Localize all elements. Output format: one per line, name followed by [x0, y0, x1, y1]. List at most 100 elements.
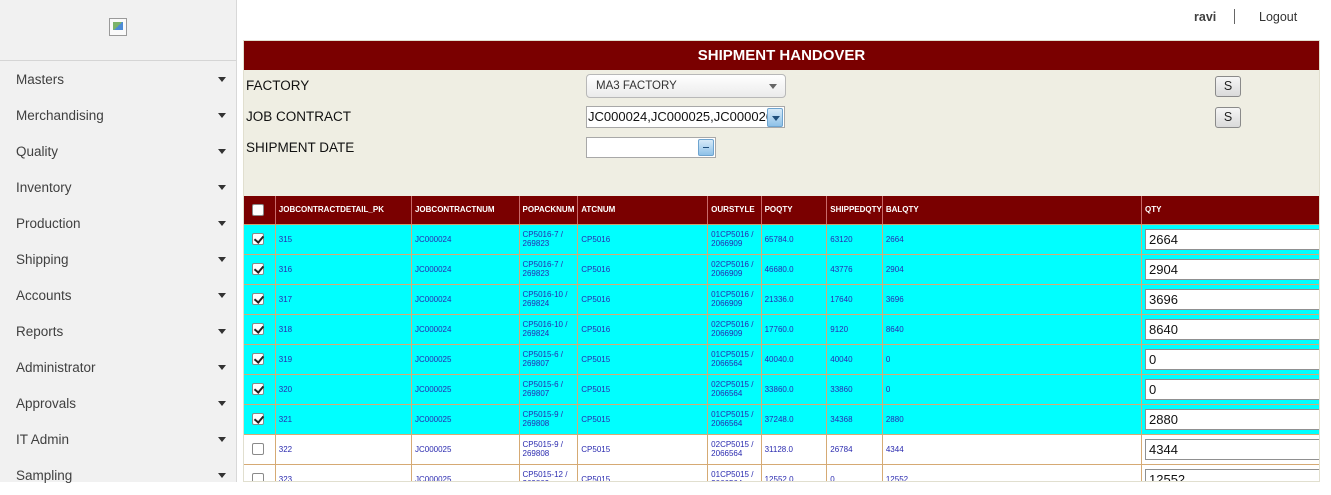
qty-input[interactable]: 2880 [1145, 408, 1319, 430]
cell-pk: 318 [275, 314, 412, 345]
job-contract-search-button[interactable]: S [1215, 107, 1241, 128]
cell-bal: 8640 [882, 314, 1143, 345]
job-contract-combobox[interactable]: JC000024,JC000025,JC000026 [586, 106, 785, 128]
cell-poqty: 33860.0 [761, 374, 828, 405]
cell-popack: CP5015-9 / 269808 [519, 434, 579, 465]
cell-pk: 316 [275, 254, 412, 285]
select-all-checkbox[interactable] [252, 203, 264, 216]
sidebar-item-label: Shipping [16, 252, 69, 267]
cell-shipped: 34368 [826, 404, 883, 435]
caret-down-icon [218, 185, 226, 190]
qty-input[interactable]: 4344 [1145, 438, 1319, 460]
dropdown-arrow-icon[interactable] [767, 108, 783, 127]
sidebar-item-administrator[interactable]: Administrator [0, 349, 236, 385]
qty-input[interactable]: 2664 [1145, 228, 1319, 250]
cell-jc: JC000025 [411, 464, 520, 481]
cell-poqty: 21336.0 [761, 284, 828, 315]
sidebar-item-sampling[interactable]: Sampling [0, 457, 236, 493]
sidebar-item-shipping[interactable]: Shipping [0, 241, 236, 277]
caret-down-icon [218, 401, 226, 406]
cell-bal: 3696 [882, 284, 1143, 315]
qty-input[interactable]: 8640 [1145, 318, 1319, 340]
column-header[interactable]: SHIPPEDQTY [826, 196, 883, 225]
column-header[interactable]: OURSTYLE [707, 196, 762, 225]
sidebar-item-label: Approvals [16, 396, 77, 411]
cell-poqty: 12552.0 [761, 464, 828, 481]
table-row[interactable]: 321 JC000025 CP5015-9 / 269808 CP5015 01CP50… [244, 404, 1319, 435]
column-header[interactable]: POQTY [761, 196, 828, 225]
cell-shipped: 33860 [826, 374, 883, 405]
row-checkbox[interactable] [252, 353, 264, 365]
cell-jc: JC000025 [411, 344, 520, 375]
cell-style: 01CP5015 / 2066564 [707, 404, 762, 435]
table-row[interactable]: 322 JC000025 CP5015-9 / 269808 CP5015 02CP50… [244, 434, 1319, 465]
row-checkbox[interactable] [252, 263, 264, 275]
qty-input[interactable]: 12552 [1145, 468, 1319, 481]
sidebar-item-production[interactable]: Production [0, 205, 236, 241]
sidebar-item-masters[interactable]: Masters [0, 61, 236, 97]
cell-pk: 322 [275, 434, 412, 465]
logout-link[interactable]: Logout [1259, 10, 1297, 24]
cell-qty: 0 [1141, 344, 1319, 375]
row-select-cell [244, 284, 276, 315]
sidebar-item-merchandising[interactable]: Merchandising [0, 97, 236, 133]
row-select-cell [244, 434, 276, 465]
column-header[interactable]: ATCNUM [577, 196, 709, 225]
table-row[interactable]: 318 JC000024 CP5016-10 / 269824 CP5016 02CP5… [244, 314, 1319, 345]
cell-atc: CP5016 [577, 314, 709, 345]
factory-search-button[interactable]: S [1215, 76, 1241, 97]
table-row[interactable]: 320 JC000025 CP5015-6 / 269807 CP5015 02CP50… [244, 374, 1319, 405]
column-header[interactable]: JOBCONTRACTNUM [411, 196, 520, 225]
shipment-date-input[interactable] [586, 137, 716, 158]
row-checkbox[interactable] [252, 413, 264, 425]
cell-bal: 2880 [882, 404, 1143, 435]
qty-input[interactable]: 0 [1145, 378, 1319, 400]
caret-down-icon [218, 77, 226, 82]
table-row[interactable]: 315 JC000024 CP5016-7 / 269823 CP5016 01CP50… [244, 224, 1319, 255]
sidebar-item-reports[interactable]: Reports [0, 313, 236, 349]
cell-pk: 321 [275, 404, 412, 435]
row-checkbox[interactable] [252, 443, 264, 455]
caret-down-icon [218, 293, 226, 298]
row-checkbox[interactable] [252, 383, 264, 395]
sidebar-item-inventory[interactable]: Inventory [0, 169, 236, 205]
cell-popack: CP5016-10 / 269824 [519, 314, 579, 345]
row-checkbox[interactable] [252, 323, 264, 335]
top-bar: ravi Logout [237, 0, 1331, 38]
calendar-icon[interactable] [698, 139, 714, 156]
cell-pk: 319 [275, 344, 412, 375]
cell-shipped: 9120 [826, 314, 883, 345]
divider [1234, 9, 1235, 24]
row-select-cell [244, 314, 276, 345]
factory-select[interactable]: MA3 FACTORY [586, 74, 786, 98]
cell-bal: 12552 [882, 464, 1143, 481]
column-header[interactable]: POPACKNUM [519, 196, 579, 225]
table-row[interactable]: 316 JC000024 CP5016-7 / 269823 CP5016 02CP50… [244, 254, 1319, 285]
cell-bal: 0 [882, 374, 1143, 405]
column-header[interactable]: JOBCONTRACTDETAIL_PK [275, 196, 412, 225]
sidebar-item-accounts[interactable]: Accounts [0, 277, 236, 313]
sidebar-item-quality[interactable]: Quality [0, 133, 236, 169]
cell-atc: CP5016 [577, 284, 709, 315]
column-header[interactable]: QTY [1141, 196, 1319, 225]
caret-down-icon [218, 329, 226, 334]
cell-shipped: 17640 [826, 284, 883, 315]
cell-style: 01CP5015 / 2066564 [707, 464, 762, 481]
qty-input[interactable]: 2904 [1145, 258, 1319, 280]
row-checkbox[interactable] [252, 293, 264, 305]
table-row[interactable]: 323JC000025CP5015-12 / 269809CP501501CP5… [244, 464, 1319, 481]
column-header[interactable]: BALQTY [882, 196, 1143, 225]
cell-style: 01CP5016 / 2066909 [707, 224, 762, 255]
cell-atc: CP5016 [577, 224, 709, 255]
row-checkbox[interactable] [252, 233, 264, 245]
cell-qty: 8640 [1141, 314, 1319, 345]
qty-input[interactable]: 3696 [1145, 288, 1319, 310]
table-row[interactable]: 319 JC000025 CP5015-6 / 269807 CP5015 01CP50… [244, 344, 1319, 375]
qty-input[interactable]: 0 [1145, 348, 1319, 370]
row-select-cell [244, 224, 276, 255]
row-checkbox[interactable] [252, 473, 264, 481]
sidebar-item-approvals[interactable]: Approvals [0, 385, 236, 421]
sidebar-item-it-admin[interactable]: IT Admin [0, 421, 236, 457]
table-row[interactable]: 317 JC000024 CP5016-10 / 269824 CP5016 01CP5… [244, 284, 1319, 315]
shipment-handover-panel: SHIPMENT HANDOVER FACTORY MA3 FACTORY S … [243, 40, 1320, 482]
